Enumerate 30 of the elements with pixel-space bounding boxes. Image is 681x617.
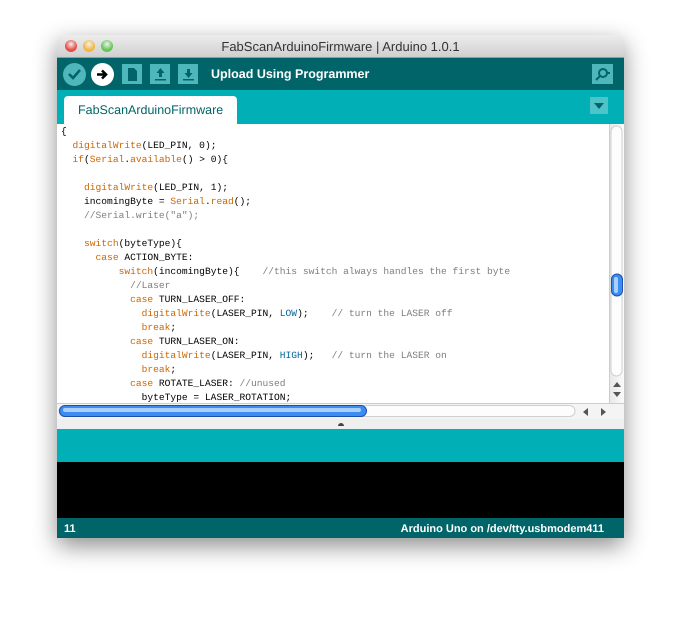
code-line: digitalWrite(LED_PIN, 1); bbox=[83, 181, 228, 195]
code-line: case ACTION_BYTE: bbox=[94, 251, 194, 265]
code-line: incomingByte = Serial.read(); bbox=[83, 195, 252, 209]
sketch-tab[interactable]: FabScanArduinoFirmware bbox=[64, 96, 238, 124]
code-line: if(Serial.available() > 0){ bbox=[72, 153, 228, 167]
upload-button[interactable] bbox=[91, 62, 114, 86]
zoom-button[interactable] bbox=[101, 40, 113, 52]
code-line: case TURN_LASER_OFF: bbox=[129, 293, 246, 307]
serial-monitor-button[interactable] bbox=[592, 64, 613, 84]
code-line: byteType = LASER_ROTATION; bbox=[140, 391, 292, 403]
code-line: switch(incomingByte){ //this switch always handles the first byte bbox=[118, 265, 510, 279]
close-button[interactable] bbox=[65, 40, 77, 52]
code-line: //Laser bbox=[129, 279, 170, 293]
line-number: 11 bbox=[64, 523, 76, 535]
code-line: digitalWrite(LASER_PIN, LOW); // turn the LASER off bbox=[140, 307, 453, 321]
code-line: { bbox=[61, 125, 67, 139]
code-line: //Serial.write("a"); bbox=[83, 209, 200, 223]
code-line: break; bbox=[140, 363, 176, 377]
code-line: switch(byteType){ bbox=[83, 237, 182, 251]
toolbar-hint: Upload Using Programmer bbox=[211, 67, 370, 81]
code-line: case TURN_LASER_ON: bbox=[129, 335, 240, 349]
tab-menu-button[interactable] bbox=[590, 97, 608, 114]
window-title: FabScanArduinoFirmware | Arduino 1.0.1 bbox=[221, 38, 460, 54]
code-line: case ROTATE_LASER: //unused bbox=[129, 377, 286, 391]
code-line: break; bbox=[140, 321, 176, 335]
divider-handle-icon bbox=[336, 422, 344, 426]
code-line: digitalWrite(LASER_PIN, HIGH); // turn the LASER on bbox=[140, 349, 447, 363]
board-port: Arduino Uno on /dev/tty.usbmodem411 bbox=[400, 523, 604, 535]
verify-button[interactable] bbox=[63, 62, 86, 86]
code-line: digitalWrite(LED_PIN, 0); bbox=[72, 139, 216, 153]
